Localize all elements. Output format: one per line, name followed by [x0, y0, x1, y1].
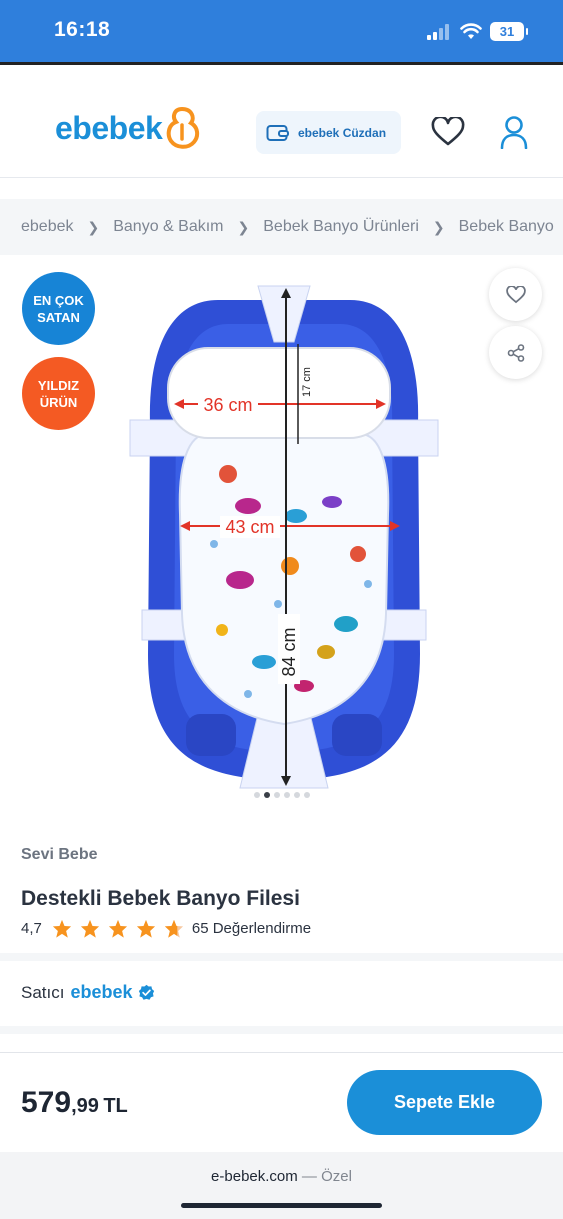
price-decimals: ,99	[71, 1095, 99, 1117]
add-to-cart-button[interactable]: Sepete Ekle	[347, 1070, 542, 1135]
heart-icon	[505, 285, 526, 303]
best-seller-line-1: EN ÇOK	[33, 292, 84, 308]
breadcrumb-item[interactable]: Bebek Banyo	[459, 218, 554, 236]
star-product-line-2: ÜRÜN	[39, 394, 78, 410]
seller-row[interactable]: Satıcı ebebek	[21, 982, 155, 1003]
section-divider	[0, 1026, 563, 1034]
seller-label: Satıcı	[21, 982, 65, 1002]
verified-badge-icon	[138, 984, 154, 1000]
review-count[interactable]: 65 Değerlendirme	[192, 920, 311, 937]
product-gallery[interactable]: EN ÇOK SATAN YILDIZ ÜRÜN 36 cm 43 cm 17 …	[0, 262, 563, 802]
gallery-dot[interactable]	[304, 792, 310, 798]
star-product-badge: YILDIZ ÜRÜN	[22, 357, 95, 430]
pillow-height-label: 17 cm	[301, 367, 313, 397]
gallery-dot[interactable]	[284, 792, 290, 798]
battery-icon: 31	[490, 22, 528, 41]
seller-name[interactable]: ebebek	[70, 982, 132, 1003]
url-display[interactable]: e-bebek.com — Özel	[0, 1168, 563, 1185]
product-image: 36 cm 43 cm 17 cm 84 cm	[129, 285, 439, 789]
section-divider	[0, 953, 563, 961]
gallery-pagination[interactable]	[254, 792, 310, 798]
wallet-label: ebebek Cüzdan	[298, 125, 387, 140]
signal-icon	[427, 24, 453, 40]
star-half-icon	[164, 919, 183, 938]
star-icon	[108, 919, 127, 938]
gallery-dot-active[interactable]	[264, 792, 270, 798]
breadcrumb-item[interactable]: ebebek	[21, 218, 74, 236]
star-icon	[80, 919, 99, 938]
logo-mark-icon	[167, 106, 200, 149]
star-product-line-1: YILDIZ	[37, 377, 80, 393]
logo-text: ebebek	[55, 109, 163, 146]
gallery-dot[interactable]	[254, 792, 260, 798]
chevron-right-icon: ❯	[432, 218, 445, 235]
share-button[interactable]	[489, 326, 542, 379]
width-top-label: 36 cm	[203, 395, 252, 415]
best-seller-badge: EN ÇOK SATAN	[22, 272, 95, 345]
status-bar: 16:18 31	[0, 0, 563, 64]
product-brand[interactable]: Sevi Bebe	[21, 846, 97, 864]
product-title: Destekli Bebek Banyo Filesi	[21, 887, 300, 910]
gallery-dot[interactable]	[294, 792, 300, 798]
breadcrumb-item[interactable]: Banyo & Bakım	[113, 218, 223, 236]
wallet-button[interactable]: ebebek Cüzdan	[256, 111, 401, 154]
site-header: ebebek ebebek Cüzdan	[0, 65, 563, 178]
home-indicator[interactable]	[181, 1203, 382, 1208]
chevron-right-icon: ❯	[237, 218, 250, 235]
share-icon	[507, 343, 524, 362]
star-icon	[136, 919, 155, 938]
breadcrumb-item[interactable]: Bebek Banyo Ürünleri	[263, 218, 419, 236]
length-label: 84 cm	[279, 627, 299, 676]
add-favorite-button[interactable]	[489, 268, 542, 321]
rating-stars	[52, 919, 184, 938]
price-integer: 579	[21, 1086, 72, 1119]
url-text: e-bebek.com	[211, 1168, 298, 1185]
star-icon	[52, 919, 71, 938]
rating-row[interactable]: 4,7 65 Değerlendirme	[21, 919, 311, 938]
browser-address-bar[interactable]: e-bebek.com — Özel	[0, 1152, 563, 1219]
heart-icon[interactable]	[431, 117, 465, 147]
width-mid-label: 43 cm	[225, 517, 274, 537]
user-icon[interactable]	[500, 115, 528, 149]
product-price: 579,99 TL	[21, 1086, 128, 1120]
private-note: — Özel	[297, 1168, 352, 1185]
best-seller-line-2: SATAN	[37, 309, 80, 325]
purchase-bar: 579,99 TL Sepete Ekle	[0, 1052, 563, 1152]
wallet-icon	[266, 124, 289, 141]
wifi-icon	[460, 23, 482, 39]
gallery-dot[interactable]	[274, 792, 280, 798]
price-currency: TL	[103, 1095, 128, 1117]
rating-value: 4,7	[21, 920, 42, 937]
breadcrumb: ebebek ❯ Banyo & Bakım ❯ Bebek Banyo Ürü…	[0, 199, 563, 255]
ebebek-logo[interactable]: ebebek	[55, 103, 200, 153]
status-time: 16:18	[54, 18, 111, 41]
chevron-right-icon: ❯	[87, 218, 100, 235]
